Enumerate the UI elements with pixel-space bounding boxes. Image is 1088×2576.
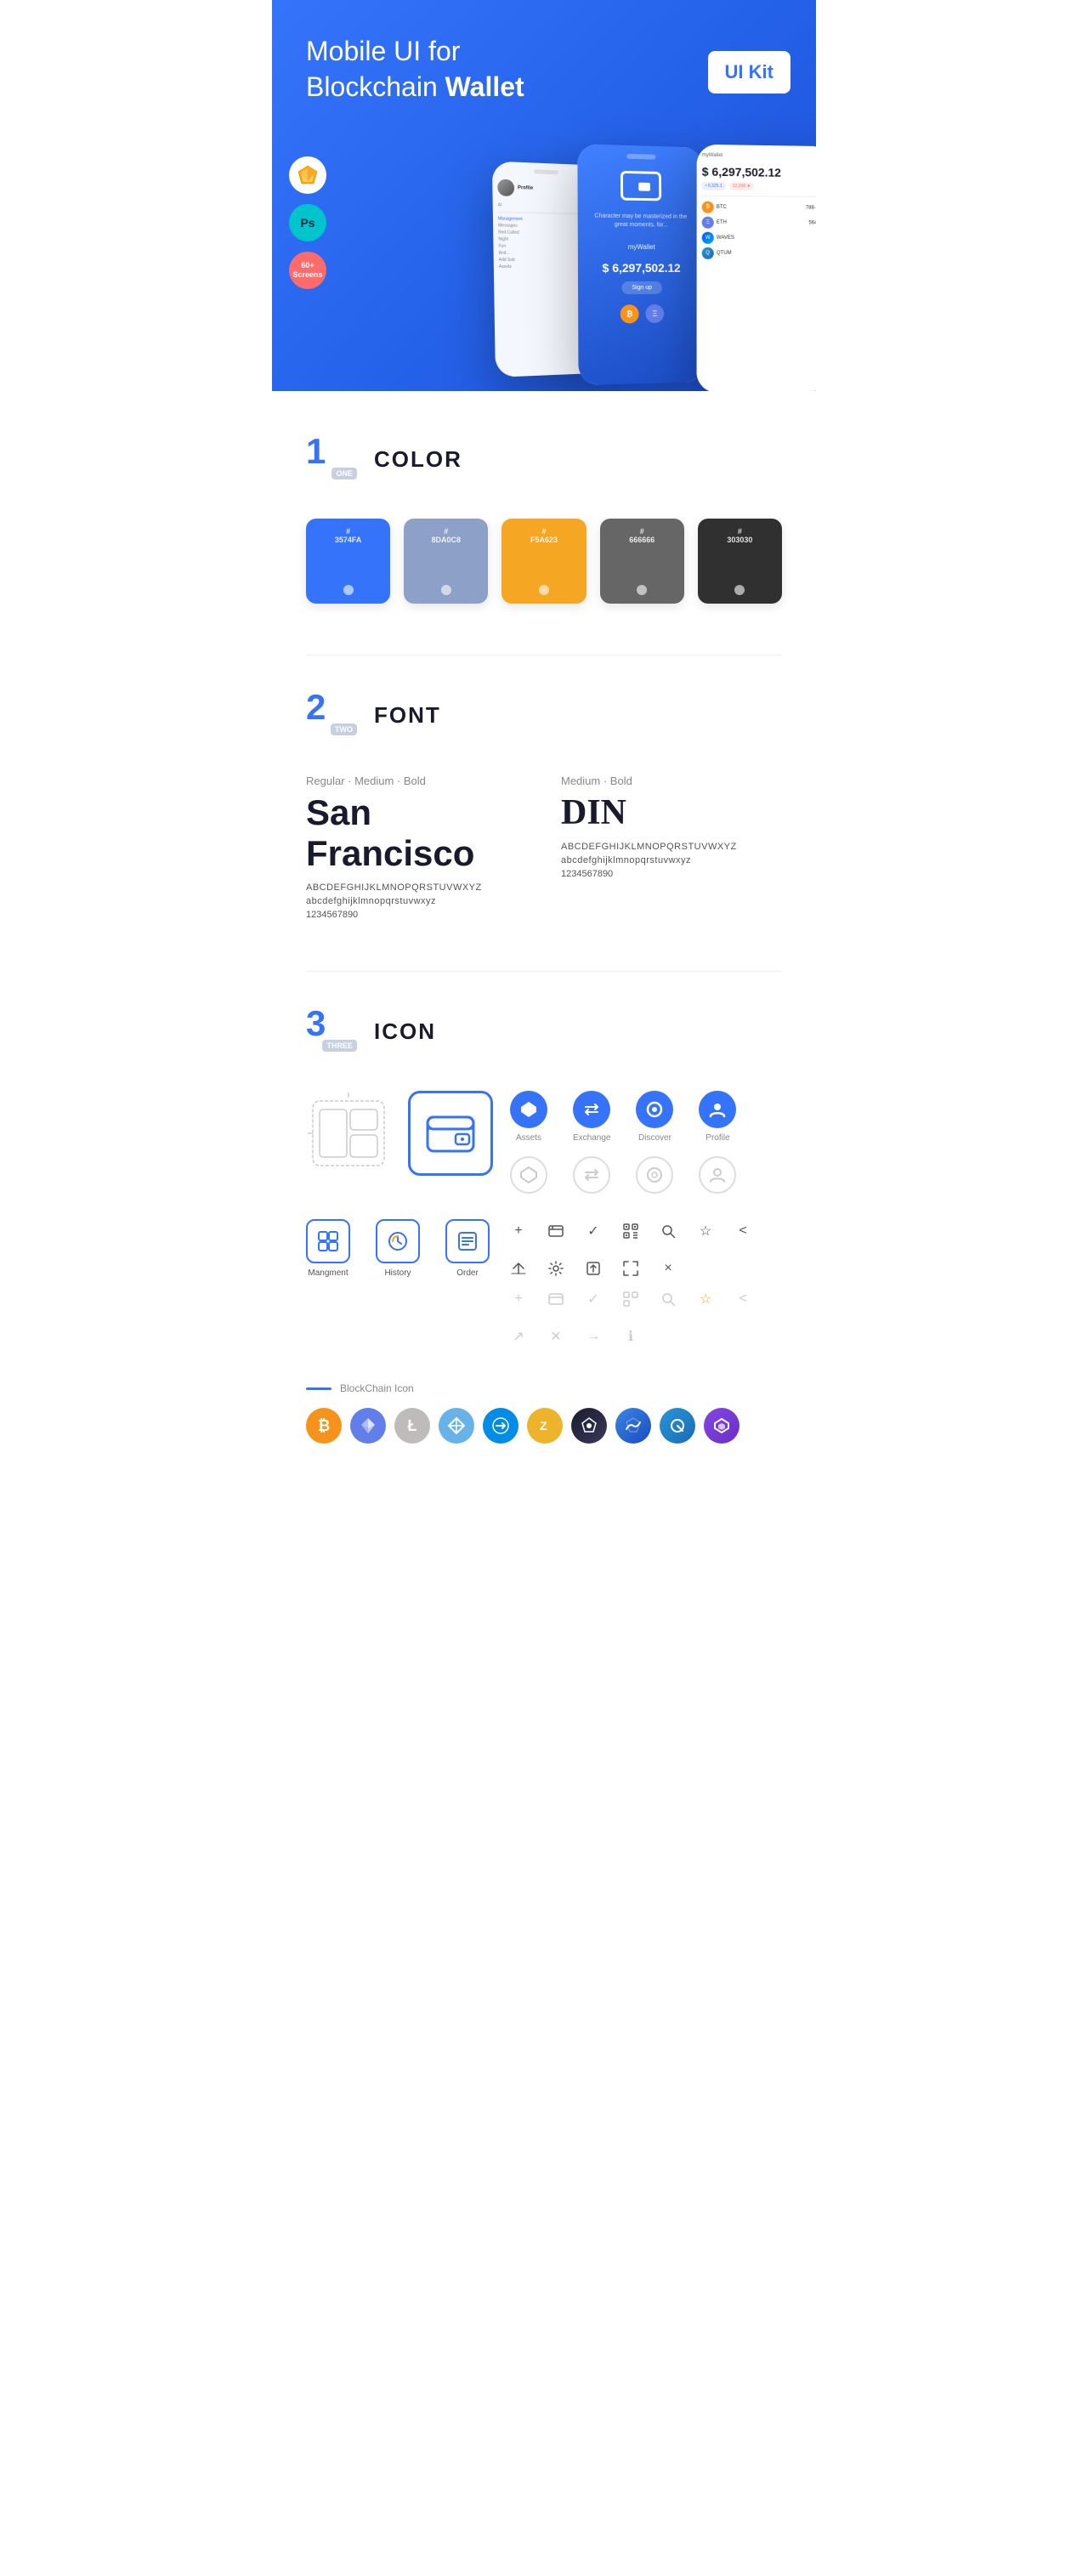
nem-icon bbox=[439, 1408, 474, 1444]
tool-badges: Ps 60+Screens bbox=[289, 156, 326, 289]
expand-icon bbox=[619, 1257, 643, 1280]
font-sf: Regular · Medium · Bold San Francisco AB… bbox=[306, 775, 527, 920]
phone-center: Character may be masterized in thegreat … bbox=[577, 144, 705, 385]
chevron-left-icon-ghost: < bbox=[731, 1287, 755, 1311]
wallet-icon-svg bbox=[425, 1110, 476, 1157]
chevron-left-icon: < bbox=[731, 1219, 755, 1243]
swatch-orange: #F5A623 bbox=[502, 519, 586, 604]
wallet-blue-icon bbox=[408, 1091, 493, 1176]
app-icons-row: Mangment History Order + bbox=[306, 1219, 782, 1365]
edit-icon bbox=[544, 1219, 568, 1243]
qr-icon-ghost bbox=[619, 1287, 643, 1311]
nav-icon-exchange: Exchange bbox=[573, 1091, 610, 1143]
star-icon-ghost: ☆ bbox=[694, 1287, 717, 1311]
font-grid: Regular · Medium · Bold San Francisco AB… bbox=[306, 775, 782, 920]
app-icon-management: Mangment bbox=[306, 1219, 350, 1278]
upload-icon bbox=[581, 1257, 605, 1280]
main-content: 1 ONE COLOR #3574FA #8DA0C8 #F5A623 bbox=[272, 391, 816, 1537]
nav-icon-profile-ghost bbox=[699, 1156, 736, 1194]
color-section: 1 ONE COLOR #3574FA #8DA0C8 #F5A623 bbox=[306, 434, 782, 604]
check-icon-ghost: ✓ bbox=[581, 1287, 605, 1311]
ps-badge: Ps bbox=[289, 204, 326, 241]
nav-icons-filled: Assets Exchange Discover bbox=[510, 1091, 782, 1143]
app-icon-history: History bbox=[376, 1219, 420, 1278]
search-icon-ghost bbox=[656, 1287, 680, 1311]
swatch-blue: #3574FA bbox=[306, 519, 390, 604]
settings-icon bbox=[544, 1257, 568, 1280]
iota-icon bbox=[571, 1408, 607, 1444]
ui-kit-badge: UI Kit bbox=[708, 51, 790, 94]
app-icons-group: Mangment History Order bbox=[306, 1219, 490, 1278]
icon-wireframe-container bbox=[306, 1091, 391, 1176]
edit-icon-ghost bbox=[544, 1287, 568, 1311]
info-icon-ghost: ℹ bbox=[619, 1325, 643, 1348]
matic-icon bbox=[704, 1408, 740, 1444]
close-icon: × bbox=[656, 1257, 680, 1280]
dash-icon bbox=[483, 1408, 518, 1444]
font-section: 2 TWO FONT Regular · Medium · Bold San F… bbox=[306, 689, 782, 920]
misc-icons-area: + ✓ ☆ < bbox=[507, 1219, 782, 1365]
color-section-header: 1 ONE COLOR bbox=[306, 434, 782, 485]
misc-icons-row-1: + ✓ ☆ < bbox=[507, 1219, 782, 1280]
check-icon: ✓ bbox=[581, 1219, 605, 1243]
phone-right: myWallet + $ 6,297,502.12 • 6,325.1 12,2… bbox=[697, 145, 816, 391]
blockchain-label-row: BlockChain Icon bbox=[306, 1382, 782, 1394]
icon-section-header: 3 THREE ICON bbox=[306, 1006, 782, 1057]
divider-2 bbox=[306, 971, 782, 972]
blockchain-line bbox=[306, 1387, 332, 1390]
crypto-icons-row: ₿ Ł Z bbox=[306, 1408, 782, 1444]
nav-icon-assets-ghost bbox=[510, 1156, 547, 1194]
qr-icon bbox=[619, 1219, 643, 1243]
font-section-header: 2 TWO FONT bbox=[306, 689, 782, 740]
waves-icon bbox=[615, 1408, 651, 1444]
app-icon-order: Order bbox=[445, 1219, 490, 1278]
font-section-title: FONT bbox=[374, 702, 441, 729]
nav-icons-area: Assets Exchange Discover bbox=[510, 1091, 782, 1194]
hero-title: Mobile UI for Blockchain Wallet bbox=[306, 34, 595, 105]
arrow-icon-ghost: → bbox=[581, 1325, 605, 1348]
nav-icon-discover: Discover bbox=[636, 1091, 673, 1143]
btc-icon: ₿ bbox=[306, 1408, 342, 1444]
icon-section-title: ICON bbox=[374, 1018, 436, 1045]
font-section-number: 2 TWO bbox=[306, 689, 357, 740]
icon-section-number: 3 THREE bbox=[306, 1006, 357, 1057]
svg-text:Z: Z bbox=[540, 1419, 547, 1433]
misc-icons-row-ghost: + ✓ ☆ < ↗ ✕ → ℹ bbox=[507, 1287, 782, 1348]
nav-icon-discover-ghost bbox=[636, 1156, 673, 1194]
nav-icons-ghost bbox=[510, 1156, 782, 1194]
screens-badge: 60+Screens bbox=[289, 252, 326, 289]
wireframe-icon-svg bbox=[306, 1091, 391, 1176]
icon-grid-top: Assets Exchange Discover bbox=[306, 1091, 782, 1194]
star-icon: ☆ bbox=[694, 1219, 717, 1243]
ltc-icon: Ł bbox=[394, 1408, 430, 1444]
color-swatches: #3574FA #8DA0C8 #F5A623 #666666 bbox=[306, 519, 782, 604]
swatch-slate: #8DA0C8 bbox=[404, 519, 488, 604]
swatch-gray: #666666 bbox=[600, 519, 684, 604]
eth-icon bbox=[350, 1408, 386, 1444]
nav-icon-profile: Profile bbox=[699, 1091, 736, 1143]
sketch-badge bbox=[289, 156, 326, 194]
plus-icon-ghost: + bbox=[507, 1287, 530, 1311]
color-section-number: 1 ONE bbox=[306, 434, 357, 485]
zcash-icon: Z bbox=[527, 1408, 563, 1444]
nav-icon-assets: Assets bbox=[510, 1091, 547, 1143]
swatch-dark: #303030 bbox=[698, 519, 782, 604]
icon-section: 3 THREE ICON bbox=[306, 1006, 782, 1444]
qtum-icon bbox=[660, 1408, 695, 1444]
share-icon bbox=[507, 1257, 530, 1280]
nav-icon-exchange-ghost bbox=[573, 1156, 610, 1194]
font-din: Medium · Bold DIN ABCDEFGHIJKLMNOPQRSTUV… bbox=[561, 775, 782, 920]
color-section-title: COLOR bbox=[374, 446, 462, 473]
hero-section: Mobile UI for Blockchain Wallet UI Kit P… bbox=[272, 0, 816, 391]
x-icon-ghost: ✕ bbox=[544, 1325, 568, 1348]
share-icon-ghost: ↗ bbox=[507, 1325, 530, 1348]
plus-icon: + bbox=[507, 1219, 530, 1243]
search-icon bbox=[656, 1219, 680, 1243]
phone-mockups: Profile AI Management Messages Red Calle… bbox=[476, 119, 816, 391]
